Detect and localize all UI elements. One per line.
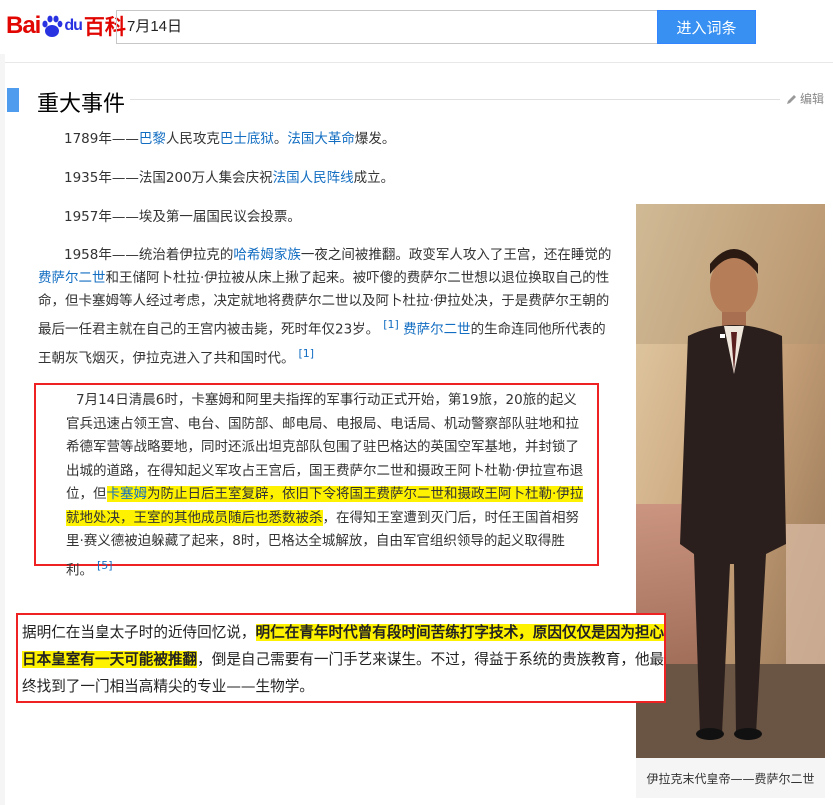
pencil-icon: [787, 94, 796, 104]
logo-text-bai: Bai: [6, 12, 41, 39]
enter-entry-button[interactable]: 进入词条: [657, 10, 756, 44]
link-bastille[interactable]: 巴士底狱: [220, 131, 274, 147]
search-input[interactable]: 7月14日: [116, 10, 657, 44]
edit-link[interactable]: 编辑: [786, 90, 824, 107]
baidu-baike-logo[interactable]: Bai du 百科: [6, 11, 126, 41]
event-1935-text: 1935年——法国200万人集会庆祝: [64, 170, 273, 186]
section-marker: [7, 88, 19, 112]
top-bar: Bai du 百科 7月14日 进入词条: [0, 0, 833, 54]
link-qasim[interactable]: 卡塞姆: [106, 486, 147, 502]
section-title: 重大事件: [37, 92, 126, 117]
link-popular-front[interactable]: 法国人民阵线: [273, 170, 354, 186]
section-divider: [130, 99, 780, 100]
event-1935: 1935年——法国200万人集会庆祝法国人民阵线成立。: [38, 167, 618, 190]
reference-link[interactable]: [1]: [383, 318, 399, 331]
link-hashemite[interactable]: 哈希姆家族: [233, 247, 301, 263]
event-1789-text-4: 爆发。: [354, 131, 396, 147]
edit-label: 编辑: [800, 92, 825, 106]
event-1789-text: 1789年——: [64, 131, 139, 147]
event-1958-text: 1958年——统治着伊拉克的: [64, 247, 234, 263]
photo-caption: 伊拉克末代皇帝——费萨尔二世: [646, 772, 815, 786]
event-1935-text-2: 成立。: [353, 170, 395, 186]
left-gutter: [0, 54, 5, 805]
link-paris[interactable]: 巴黎: [139, 131, 166, 147]
highlight-box-1: 7月14日清晨6时，卡塞姆和阿里夫指挥的军事行动正式开始，第19旅，20旅的起义…: [34, 383, 599, 578]
box-2-text: 据明仁在当皇太子时的近侍回忆说，: [22, 624, 256, 641]
event-1789: 1789年——巴黎人民攻克巴士底狱。法国大革命爆发。: [38, 128, 618, 151]
box-1-paragraph: 7月14日清晨6时，卡塞姆和阿里夫指挥的军事行动正式开始，第19旅，20旅的起义…: [66, 389, 586, 583]
reference-link-5[interactable]: [5]: [97, 559, 113, 572]
event-1789-text-3: 。: [273, 131, 288, 147]
event-1957: 1957年——埃及第一届国民议会投票。: [64, 209, 301, 225]
event-1789-text-2: 人民攻克: [165, 131, 220, 147]
link-faisal-ii[interactable]: 费萨尔二世: [38, 270, 106, 286]
box-2-paragraph: 据明仁在当皇太子时的近侍回忆说，明仁在青年时代曾有段时间苦练打字技术，原因仅仅是…: [22, 619, 666, 700]
link-french-revolution[interactable]: 法国大革命: [287, 131, 355, 147]
paw-icon: [41, 14, 63, 38]
event-1958-text-2: 一夜之间被推翻。政变军人攻入了王宫，还在睡觉的: [300, 247, 612, 263]
reference-link-2[interactable]: [1]: [299, 347, 315, 360]
event-1958: 1958年——统治着伊拉克的哈希姆家族一夜之间被推翻。政变军人攻入了王宫，还在睡…: [38, 244, 618, 370]
header-divider: [0, 62, 833, 63]
highlight-box-2: 据明仁在当皇太子时的近侍回忆说，明仁在青年时代曾有段时间苦练打字技术，原因仅仅是…: [16, 613, 666, 703]
logo-text-du: du: [64, 17, 83, 34]
link-faisal-ii-2[interactable]: 费萨尔二世: [403, 322, 471, 338]
